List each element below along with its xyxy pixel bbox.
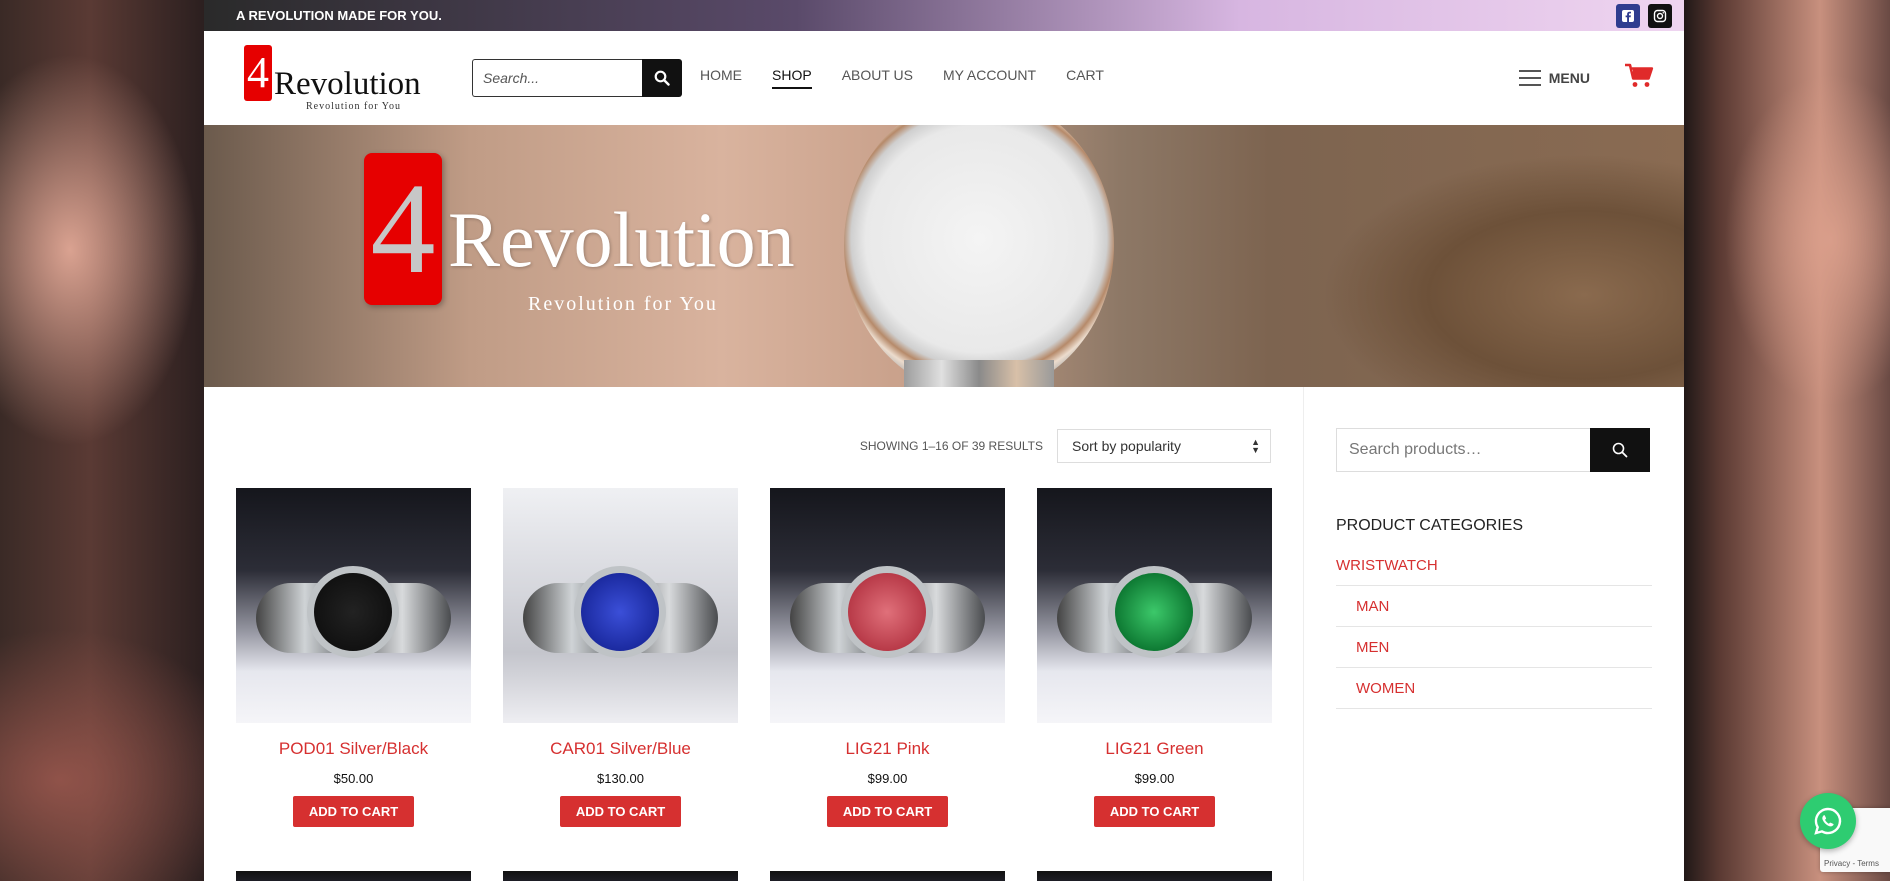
product-card: CAR01 Silver/Blue $130.00 ADD TO CART [503, 488, 738, 827]
sort-selected-label: Sort by popularity [1072, 438, 1181, 454]
shopping-cart-icon [1625, 63, 1654, 87]
product-row-next [236, 871, 1272, 881]
product-price: $99.00 [1134, 771, 1175, 786]
product-card: LIG21 Green $99.00 ADD TO CART [1037, 488, 1272, 827]
menu-button[interactable]: MENU [1518, 70, 1590, 86]
product-categories-title: PRODUCT CATEGORIES [1336, 517, 1523, 534]
banner-logo: 4 Revolution [364, 153, 795, 305]
whatsapp-icon [1814, 807, 1842, 835]
category-women[interactable]: WOMEN [1336, 668, 1652, 709]
product-card: LIG21 Pink $99.00 ADD TO CART [770, 488, 1005, 827]
social-links [1616, 3, 1672, 28]
header-search-button[interactable] [642, 59, 682, 97]
header-search [472, 59, 682, 97]
whatsapp-button[interactable] [1800, 793, 1856, 849]
product-area: SHOWING 1–16 OF 39 RESULTS Sort by popul… [204, 387, 1304, 881]
product-image[interactable] [236, 871, 471, 881]
add-to-cart-button[interactable]: ADD TO CART [826, 796, 949, 827]
product-search-input[interactable] [1336, 428, 1590, 472]
product-search [1336, 428, 1652, 472]
product-title[interactable]: CAR01 Silver/Blue [550, 739, 691, 759]
select-arrows-icon: ▲ ▼ [1251, 437, 1260, 455]
product-price: $130.00 [597, 771, 644, 786]
site-header: 4 Revolution Revolution for You HOME SHO… [204, 31, 1684, 125]
product-title[interactable]: LIG21 Green [1105, 739, 1203, 759]
hero-banner: 4 Revolution Revolution for You [204, 125, 1684, 387]
product-image[interactable] [770, 871, 1005, 881]
sort-select[interactable]: Sort by popularity ▲ ▼ [1057, 429, 1271, 463]
result-count: SHOWING 1–16 OF 39 RESULTS [859, 439, 1043, 453]
product-price: $50.00 [333, 771, 374, 786]
nav-shop[interactable]: SHOP [772, 67, 812, 89]
watch-image [844, 125, 1114, 387]
category-list: WRISTWATCH MAN MEN WOMEN [1336, 545, 1652, 709]
banner-logo-name: Revolution [448, 196, 795, 283]
page: A REVOLUTION MADE FOR YOU. 4 Revolution … [204, 0, 1684, 881]
header-actions: MENU [1518, 63, 1654, 94]
main-nav: HOME SHOP ABOUT US MY ACCOUNT CART [700, 67, 1104, 89]
result-bar: SHOWING 1–16 OF 39 RESULTS Sort by popul… [860, 429, 1271, 463]
logo-mark: 4 [244, 44, 272, 101]
category-man[interactable]: MAN [1336, 586, 1652, 627]
menu-label: MENU [1548, 70, 1590, 86]
product-image[interactable] [770, 488, 1005, 723]
header-search-input[interactable] [472, 59, 642, 97]
add-to-cart-button[interactable]: ADD TO CART [292, 796, 415, 827]
banner-logo-mark: 4 [364, 153, 442, 305]
product-image[interactable] [1037, 871, 1272, 881]
nav-my-account[interactable]: MY ACCOUNT [943, 67, 1036, 89]
category-wristwatch[interactable]: WRISTWATCH [1336, 545, 1652, 586]
search-icon [654, 70, 670, 86]
site-logo[interactable]: 4 Revolution Revolution for You [244, 44, 434, 112]
add-to-cart-button[interactable]: ADD TO CART [559, 796, 682, 827]
search-icon [1612, 442, 1628, 458]
add-to-cart-button[interactable]: ADD TO CART [1093, 796, 1216, 827]
nav-home[interactable]: HOME [700, 67, 742, 89]
instagram-icon[interactable] [1648, 3, 1672, 28]
product-title[interactable]: LIG21 Pink [845, 739, 929, 759]
logo-tagline: Revolution for You [306, 100, 401, 112]
shop-sidebar: PRODUCT CATEGORIES WRISTWATCH MAN MEN WO… [1304, 387, 1684, 881]
product-search-button[interactable] [1590, 428, 1650, 472]
product-image[interactable] [236, 488, 471, 723]
nav-cart[interactable]: CART [1066, 67, 1104, 89]
facebook-icon[interactable] [1616, 3, 1640, 28]
tagline: A REVOLUTION MADE FOR YOU. [236, 8, 442, 23]
category-men[interactable]: MEN [1336, 627, 1652, 668]
product-image[interactable] [503, 488, 738, 723]
product-price: $99.00 [867, 771, 908, 786]
shop-content: SHOWING 1–16 OF 39 RESULTS Sort by popul… [204, 387, 1684, 881]
product-image[interactable] [1037, 488, 1272, 723]
hamburger-icon [1518, 70, 1541, 86]
watch-strap-image [904, 360, 1054, 387]
cart-button[interactable] [1624, 63, 1654, 94]
logo-name: Revolution [274, 65, 421, 102]
product-card: POD01 Silver/Black $50.00 ADD TO CART [236, 488, 471, 827]
banner-tagline: Revolution for You [528, 293, 718, 315]
product-image[interactable] [503, 871, 738, 881]
recaptcha-links[interactable]: Privacy - Terms [1824, 859, 1879, 868]
top-bar: A REVOLUTION MADE FOR YOU. [204, 0, 1684, 31]
nav-about-us[interactable]: ABOUT US [842, 67, 913, 89]
product-title[interactable]: POD01 Silver/Black [279, 739, 428, 759]
product-grid: POD01 Silver/Black $50.00 ADD TO CART CA… [236, 488, 1272, 827]
